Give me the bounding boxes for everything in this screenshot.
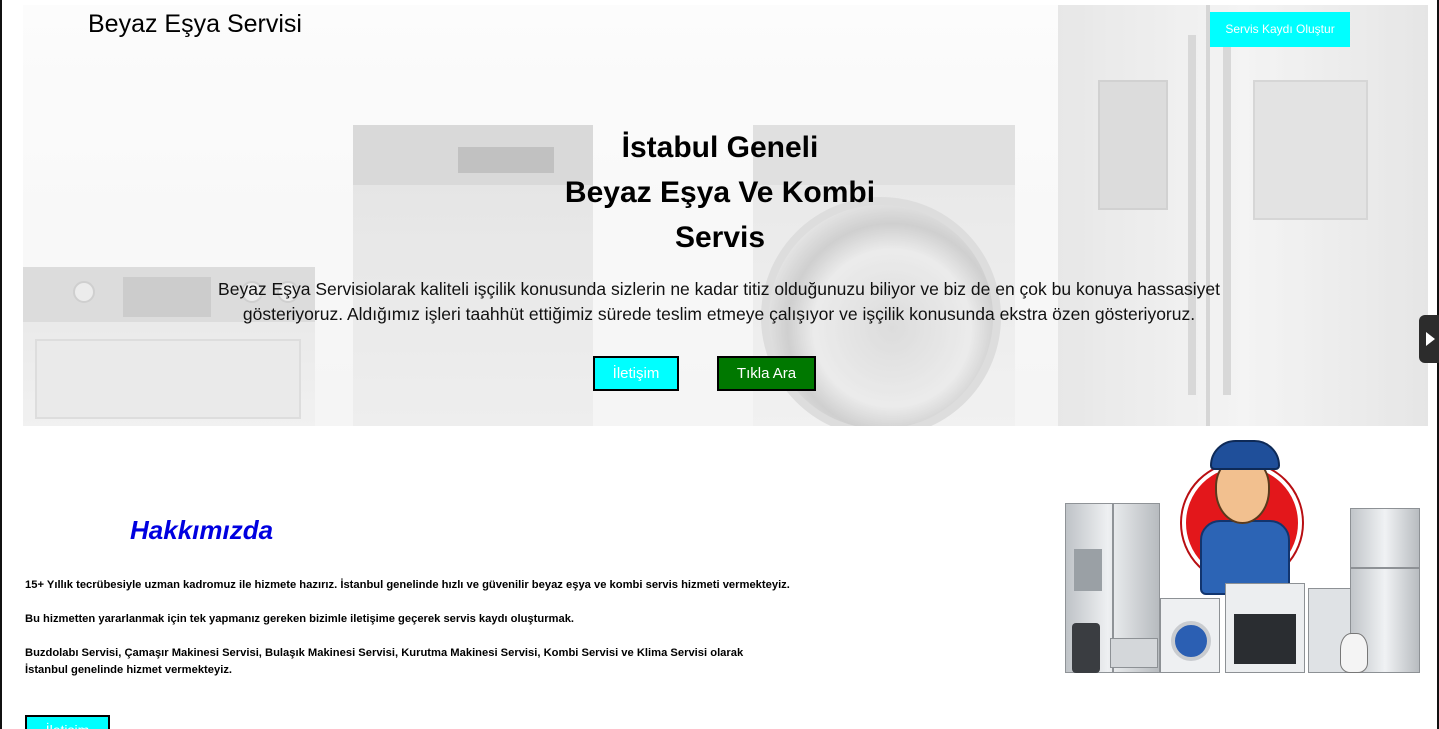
contact-button[interactable]: İletişim — [593, 356, 679, 391]
about-paragraph-1: 15+ Yıllık tecrübesiyle uzman kadromuz i… — [25, 579, 790, 591]
technician-appliances-illustration — [1060, 438, 1425, 683]
chevron-right-icon[interactable] — [1419, 315, 1439, 363]
site-title[interactable]: Beyaz Eşya Servisi — [88, 10, 302, 39]
vacuum-illustration — [1340, 633, 1368, 673]
about-contact-button[interactable]: İletişim — [25, 715, 110, 729]
about-paragraph-2: Bu hizmetten yararlanmak için tek yapman… — [25, 613, 575, 625]
washer-illustration — [1160, 598, 1220, 673]
about-title: Hakkımızda — [130, 515, 274, 545]
hero-description: Beyaz Eşya Servisiolarak kaliteli işçili… — [218, 279, 1220, 324]
about-paragraph-3: Buzdolabı Servisi, Çamaşır Makinesi Serv… — [25, 647, 744, 676]
hero-heading-line-2: Beyaz Eşya Ve Kombi — [564, 176, 876, 209]
hero-heading-line-1: İstabul Geneli — [621, 131, 819, 164]
click-to-call-button[interactable]: Tıkla Ara — [717, 356, 816, 391]
microwave-illustration — [1110, 638, 1158, 668]
oven-illustration — [1225, 583, 1305, 673]
hero-heading-line-3: Servis — [674, 221, 766, 254]
technician-cap — [1210, 440, 1280, 470]
coffee-machine-illustration — [1072, 623, 1100, 673]
hero-heading: İstabul Geneli Beyaz Eşya Ve Kombi Servi… — [450, 125, 990, 260]
create-service-record-button[interactable]: Servis Kaydı Oluştur — [1210, 12, 1350, 47]
